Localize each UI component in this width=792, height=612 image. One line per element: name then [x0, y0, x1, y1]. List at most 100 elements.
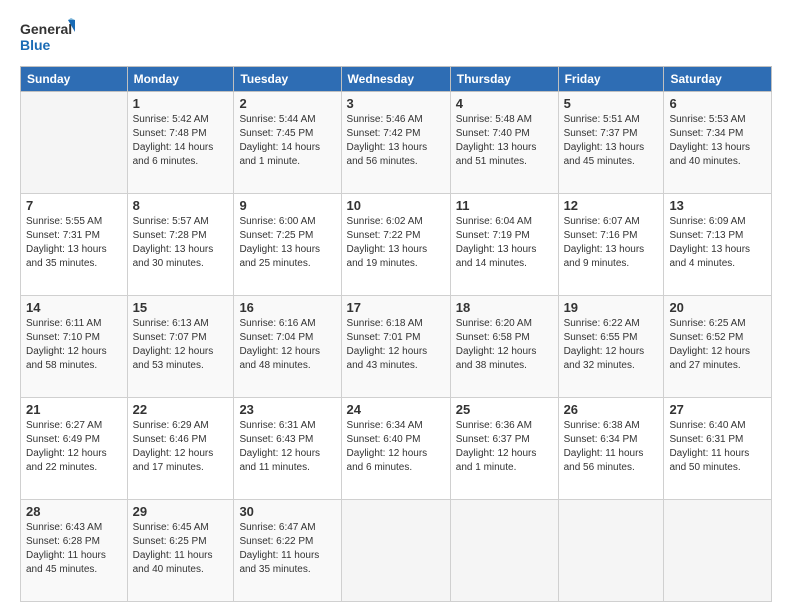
day-info: Sunrise: 6:22 AM Sunset: 6:55 PM Dayligh… — [564, 317, 659, 373]
logo: General Blue — [20, 18, 75, 56]
day-number: 7 — [26, 198, 122, 213]
day-number: 4 — [456, 96, 553, 111]
day-number: 6 — [669, 96, 766, 111]
day-number: 13 — [669, 198, 766, 213]
week-row-0: 1 Sunrise: 5:42 AM Sunset: 7:48 PM Daylig… — [21, 92, 772, 194]
calendar-cell: 14Sunrise: 6:11 AM Sunset: 7:10 PM Dayli… — [21, 296, 128, 398]
col-header-monday: Monday — [127, 67, 234, 92]
header-row: SundayMondayTuesdayWednesdayThursdayFrid… — [21, 67, 772, 92]
day-number: 8 — [133, 198, 229, 213]
calendar-cell: 30 Sunrise: 6:47 AM Sunset: 6:22 PM Dayli… — [234, 500, 341, 602]
calendar-cell: 3 Sunrise: 5:46 AM Sunset: 7:42 PM Daylig… — [341, 92, 450, 194]
calendar-cell: 13Sunrise: 6:09 AM Sunset: 7:13 PM Dayli… — [664, 194, 772, 296]
calendar-cell: 19 Sunrise: 6:22 AM Sunset: 6:55 PM Dayli… — [558, 296, 664, 398]
calendar-cell: 7 Sunrise: 5:55 AM Sunset: 7:31 PM Daylig… — [21, 194, 128, 296]
day-info: Sunrise: 5:48 AM Sunset: 7:40 PM Dayligh… — [456, 113, 553, 169]
calendar-cell: 15 Sunrise: 6:13 AM Sunset: 7:07 PM Dayli… — [127, 296, 234, 398]
day-info: Sunrise: 5:57 AM Sunset: 7:28 PM Dayligh… — [133, 215, 229, 271]
day-info: Sunrise: 6:04 AM Sunset: 7:19 PM Dayligh… — [456, 215, 553, 271]
calendar: SundayMondayTuesdayWednesdayThursdayFrid… — [20, 66, 772, 602]
calendar-cell: 26 Sunrise: 6:38 AM Sunset: 6:34 PM Dayli… — [558, 398, 664, 500]
calendar-cell: 2 Sunrise: 5:44 AM Sunset: 7:45 PM Daylig… — [234, 92, 341, 194]
col-header-tuesday: Tuesday — [234, 67, 341, 92]
calendar-cell: 20 Sunrise: 6:25 AM Sunset: 6:52 PM Dayli… — [664, 296, 772, 398]
calendar-cell: 11 Sunrise: 6:04 AM Sunset: 7:19 PM Dayli… — [450, 194, 558, 296]
week-row-2: 14Sunrise: 6:11 AM Sunset: 7:10 PM Dayli… — [21, 296, 772, 398]
calendar-cell: 12 Sunrise: 6:07 AM Sunset: 7:16 PM Dayli… — [558, 194, 664, 296]
calendar-cell: 16 Sunrise: 6:16 AM Sunset: 7:04 PM Dayli… — [234, 296, 341, 398]
calendar-cell: 18Sunrise: 6:20 AM Sunset: 6:58 PM Dayli… — [450, 296, 558, 398]
day-number: 26 — [564, 402, 659, 417]
day-number: 28 — [26, 504, 122, 519]
calendar-cell: 8 Sunrise: 5:57 AM Sunset: 7:28 PM Daylig… — [127, 194, 234, 296]
day-number: 11 — [456, 198, 553, 213]
day-info: Sunrise: 5:44 AM Sunset: 7:45 PM Dayligh… — [239, 113, 335, 169]
logo-svg: General Blue — [20, 18, 75, 56]
col-header-saturday: Saturday — [664, 67, 772, 92]
day-number: 3 — [347, 96, 445, 111]
calendar-cell — [341, 500, 450, 602]
day-number: 12 — [564, 198, 659, 213]
day-number: 14 — [26, 300, 122, 315]
day-number: 25 — [456, 402, 553, 417]
day-info: Sunrise: 5:42 AM Sunset: 7:48 PM Dayligh… — [133, 113, 229, 169]
day-info: Sunrise: 6:40 AM Sunset: 6:31 PM Dayligh… — [669, 419, 766, 475]
day-info: Sunrise: 5:53 AM Sunset: 7:34 PM Dayligh… — [669, 113, 766, 169]
calendar-cell: 21 Sunrise: 6:27 AM Sunset: 6:49 PM Dayli… — [21, 398, 128, 500]
day-info: Sunrise: 6:36 AM Sunset: 6:37 PM Dayligh… — [456, 419, 553, 475]
day-number: 2 — [239, 96, 335, 111]
day-number: 1 — [133, 96, 229, 111]
day-info: Sunrise: 6:18 AM Sunset: 7:01 PM Dayligh… — [347, 317, 445, 373]
col-header-thursday: Thursday — [450, 67, 558, 92]
day-info: Sunrise: 6:25 AM Sunset: 6:52 PM Dayligh… — [669, 317, 766, 373]
header: General Blue — [20, 18, 772, 56]
day-info: Sunrise: 6:07 AM Sunset: 7:16 PM Dayligh… — [564, 215, 659, 271]
day-info: Sunrise: 6:34 AM Sunset: 6:40 PM Dayligh… — [347, 419, 445, 475]
day-info: Sunrise: 6:31 AM Sunset: 6:43 PM Dayligh… — [239, 419, 335, 475]
day-number: 17 — [347, 300, 445, 315]
calendar-cell: 9Sunrise: 6:00 AM Sunset: 7:25 PM Daylig… — [234, 194, 341, 296]
day-info: Sunrise: 6:47 AM Sunset: 6:22 PM Dayligh… — [239, 521, 335, 577]
page: General Blue SundayMondayTuesdayWednesda… — [0, 0, 792, 612]
day-info: Sunrise: 6:13 AM Sunset: 7:07 PM Dayligh… — [133, 317, 229, 373]
day-info: Sunrise: 5:46 AM Sunset: 7:42 PM Dayligh… — [347, 113, 445, 169]
calendar-cell: 29 Sunrise: 6:45 AM Sunset: 6:25 PM Dayli… — [127, 500, 234, 602]
day-number: 21 — [26, 402, 122, 417]
calendar-cell: 1 Sunrise: 5:42 AM Sunset: 7:48 PM Daylig… — [127, 92, 234, 194]
day-number: 19 — [564, 300, 659, 315]
calendar-cell: 24 Sunrise: 6:34 AM Sunset: 6:40 PM Dayli… — [341, 398, 450, 500]
day-info: Sunrise: 6:29 AM Sunset: 6:46 PM Dayligh… — [133, 419, 229, 475]
col-header-sunday: Sunday — [21, 67, 128, 92]
day-info: Sunrise: 6:20 AM Sunset: 6:58 PM Dayligh… — [456, 317, 553, 373]
calendar-cell: 5 Sunrise: 5:51 AM Sunset: 7:37 PM Daylig… — [558, 92, 664, 194]
day-info: Sunrise: 5:51 AM Sunset: 7:37 PM Dayligh… — [564, 113, 659, 169]
svg-text:Blue: Blue — [20, 37, 51, 53]
svg-text:General: General — [20, 21, 72, 37]
day-info: Sunrise: 6:16 AM Sunset: 7:04 PM Dayligh… — [239, 317, 335, 373]
day-info: Sunrise: 5:55 AM Sunset: 7:31 PM Dayligh… — [26, 215, 122, 271]
day-number: 23 — [239, 402, 335, 417]
calendar-cell — [558, 500, 664, 602]
day-number: 24 — [347, 402, 445, 417]
calendar-cell: 10Sunrise: 6:02 AM Sunset: 7:22 PM Dayli… — [341, 194, 450, 296]
calendar-cell — [664, 500, 772, 602]
day-info: Sunrise: 6:38 AM Sunset: 6:34 PM Dayligh… — [564, 419, 659, 475]
day-number: 16 — [239, 300, 335, 315]
week-row-4: 28Sunrise: 6:43 AM Sunset: 6:28 PM Dayli… — [21, 500, 772, 602]
calendar-cell: 28Sunrise: 6:43 AM Sunset: 6:28 PM Dayli… — [21, 500, 128, 602]
calendar-cell: 4 Sunrise: 5:48 AM Sunset: 7:40 PM Daylig… — [450, 92, 558, 194]
col-header-wednesday: Wednesday — [341, 67, 450, 92]
calendar-cell — [21, 92, 128, 194]
calendar-cell — [450, 500, 558, 602]
calendar-cell: 23 Sunrise: 6:31 AM Sunset: 6:43 PM Dayli… — [234, 398, 341, 500]
week-row-3: 21 Sunrise: 6:27 AM Sunset: 6:49 PM Dayli… — [21, 398, 772, 500]
day-number: 29 — [133, 504, 229, 519]
day-number: 20 — [669, 300, 766, 315]
day-number: 5 — [564, 96, 659, 111]
day-number: 30 — [239, 504, 335, 519]
day-number: 15 — [133, 300, 229, 315]
day-info: Sunrise: 6:27 AM Sunset: 6:49 PM Dayligh… — [26, 419, 122, 475]
day-info: Sunrise: 6:45 AM Sunset: 6:25 PM Dayligh… — [133, 521, 229, 577]
calendar-cell: 25 Sunrise: 6:36 AM Sunset: 6:37 PM Dayli… — [450, 398, 558, 500]
week-row-1: 7 Sunrise: 5:55 AM Sunset: 7:31 PM Daylig… — [21, 194, 772, 296]
